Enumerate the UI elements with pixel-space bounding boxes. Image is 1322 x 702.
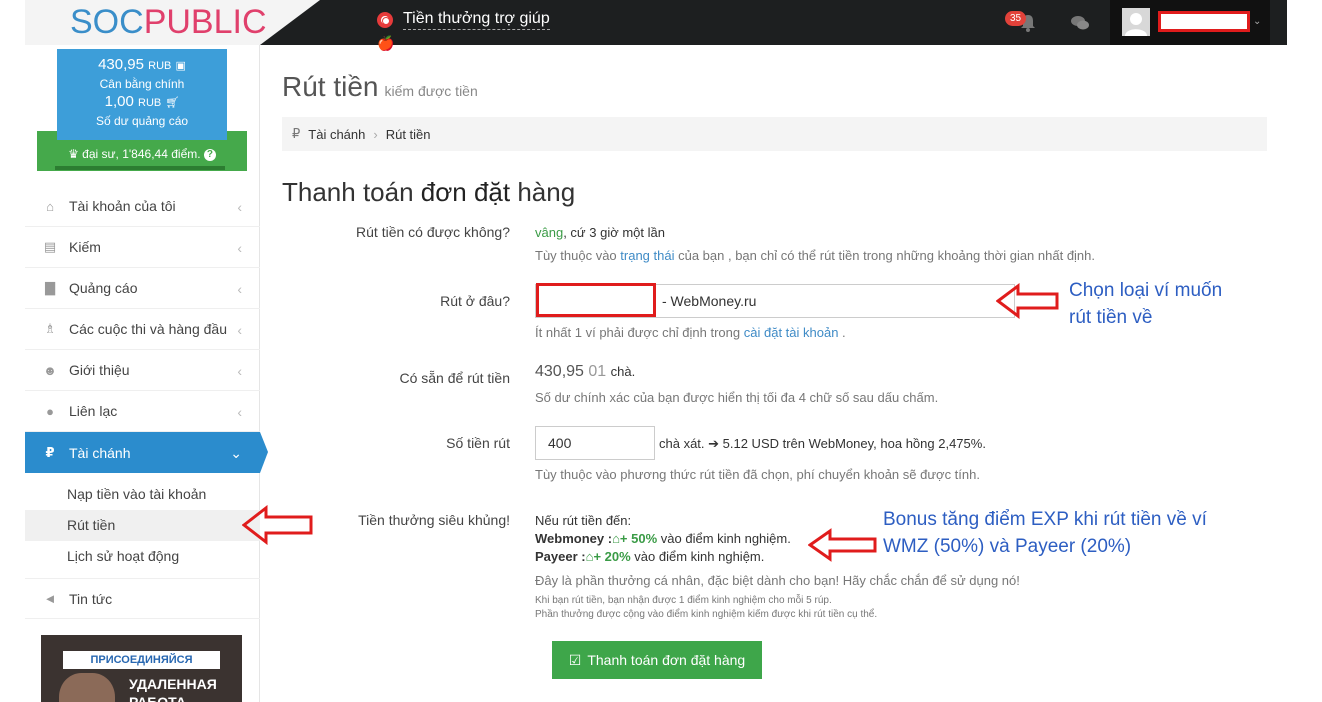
- notification-count-badge: 35: [1005, 11, 1027, 26]
- sidebar-subitem-history[interactable]: Lịch sử hoạt động: [25, 541, 260, 572]
- chevron-down-icon[interactable]: ⌄: [1253, 16, 1261, 27]
- bar-chart-icon: ▇: [45, 280, 55, 295]
- sidebar: ♛ đại sư, 1'846,44 điểm. ? 430,95 RUB ▣ …: [25, 45, 268, 702]
- briefcase-icon: ▤: [43, 239, 57, 254]
- promo-photo: [59, 673, 115, 702]
- sidebar-subitem-deposit[interactable]: Nạp tiền vào tài khoản: [25, 479, 260, 510]
- status-link[interactable]: trạng thái: [620, 248, 674, 263]
- amount-label: Số tiền rút: [446, 435, 510, 451]
- redacted-username: [1158, 11, 1250, 32]
- where-hint: Ít nhất 1 ví phải được chỉ định trong cà…: [535, 325, 846, 340]
- sidebar-item-news[interactable]: ◄ Tin tức: [25, 578, 260, 619]
- lifebuoy-icon: [377, 12, 393, 28]
- apple-icon[interactable]: 🍎: [377, 35, 394, 52]
- amount-calculation: chà xát. ➔ 5.12 USD trên WebMoney, hoa h…: [659, 436, 986, 451]
- account-settings-link[interactable]: cài đặt tài khoản: [744, 325, 839, 340]
- site-logo[interactable]: SOCPUBLIC: [70, 3, 267, 42]
- avatar: [1122, 8, 1150, 36]
- chevron-left-icon: ‹: [237, 363, 242, 379]
- redacted-wallet-id: [536, 283, 656, 317]
- wallet-name: - WebMoney.ru: [662, 293, 757, 309]
- ad-balance-currency: RUB: [138, 97, 162, 109]
- amount-hint: Tùy thuộc vào phương thức rút tiền đã ch…: [535, 467, 980, 482]
- cash-icon: ▣: [175, 60, 186, 72]
- megaphone-icon: ◄: [43, 591, 57, 606]
- annotation-arrow-wallet: [996, 283, 1059, 319]
- main-balance-value: 430,95: [98, 56, 144, 73]
- wallet-select[interactable]: - WebMoney.ru: [535, 283, 1015, 318]
- section-title: Thanh toán đơn đặt hàng: [282, 177, 576, 207]
- annotation-arrow-withdraw: [242, 505, 313, 545]
- chat-icon[interactable]: [1070, 15, 1090, 31]
- annotation-bonus-note: Bonus tăng điểm EXP khi rút tiền về ví W…: [883, 509, 1207, 557]
- help-icon[interactable]: ?: [203, 148, 216, 161]
- breadcrumb: ₽ Tài chánh › Rút tiền: [282, 117, 1267, 151]
- sidebar-item-ads[interactable]: ▇ Quảng cáo ‹: [25, 268, 260, 309]
- comments-icon: ●: [46, 403, 54, 419]
- chevron-left-icon: ‹: [237, 240, 242, 256]
- rank-progress-bar: [55, 166, 225, 170]
- home-icon: ⌂: [46, 198, 54, 214]
- ruble-icon: ₽: [292, 126, 301, 141]
- chevron-left-icon: ‹: [237, 281, 242, 297]
- gift-icon: ⌂: [612, 531, 620, 546]
- breadcrumb-finance[interactable]: Tài chánh: [308, 127, 365, 142]
- top-header: SOCPUBLIC Tiền thưởng trợ giúp 🍎 35 ⌄: [25, 0, 1287, 51]
- sidebar-item-contests[interactable]: ♗ Các cuộc thi và hàng đầu ‹: [25, 309, 260, 350]
- rank-text: đại sư, 1'846,44 điểm.: [82, 147, 201, 161]
- available-value: 430,95 01 chà.: [535, 363, 636, 380]
- can-withdraw-label: Rút tiền có được không?: [356, 224, 510, 240]
- bonus-fineprint-2: Phần thưởng được cộng vào điểm kinh nghi…: [535, 609, 878, 620]
- page-title: Rút tiền kiếm được tiền: [282, 71, 478, 102]
- finance-submenu: Nạp tiền vào tài khoản Rút tiền Lịch sử …: [25, 473, 260, 578]
- user-silhouette-icon: [1125, 13, 1147, 36]
- submit-order-button[interactable]: ☑ Thanh toán đơn đặt hàng: [552, 641, 762, 679]
- users-icon: ☻: [43, 362, 57, 378]
- amount-input[interactable]: 400: [535, 426, 655, 460]
- annotation-arrow-bonus: [808, 528, 877, 562]
- sidebar-item-contact[interactable]: ● Liên lạc ‹: [25, 391, 260, 432]
- chevron-down-icon: ⌄: [230, 445, 242, 461]
- sidebar-item-referrals[interactable]: ☻ Giới thiệu ‹: [25, 350, 260, 391]
- where-label: Rút ở đâu?: [440, 293, 510, 309]
- sidebar-item-earn[interactable]: ▤ Kiếm ‹: [25, 227, 260, 268]
- bonus-note: Đây là phần thưởng cá nhân, đặc biệt dàn…: [535, 573, 1020, 588]
- promo-line-1: УДАЛЕННАЯ: [129, 676, 217, 692]
- sidebar-item-my-account[interactable]: ⌂ Tài khoản của tôi ‹: [25, 186, 260, 227]
- balance-box: 430,95 RUB ▣ Cân bằng chính 1,00 RUB 🛒︎ …: [57, 49, 227, 140]
- breadcrumb-withdraw[interactable]: Rút tiền: [386, 127, 431, 142]
- help-bonus-link[interactable]: Tiền thưởng trợ giúp: [377, 10, 550, 30]
- available-hint: Số dư chính xác của bạn được hiển thị tố…: [535, 390, 939, 405]
- chevron-left-icon: ‹: [237, 199, 242, 215]
- sidebar-subitem-withdraw[interactable]: Rút tiền: [25, 510, 260, 541]
- can-withdraw-hint: Tùy thuộc vào trạng thái của bạn , bạn c…: [535, 248, 1096, 263]
- available-label: Có sẵn để rút tiền: [399, 370, 510, 386]
- cart-icon: 🛒︎: [165, 97, 180, 109]
- ruble-icon: ₽: [45, 444, 55, 460]
- bonus-label: Tiền thưởng siêu khủng!: [358, 512, 510, 528]
- promo-headline: ПРИСОЕДИНЯЙСЯ: [63, 651, 220, 669]
- ad-balance-label: Số dư quảng cáo: [95, 114, 189, 128]
- ad-balance-value: 1,00: [104, 93, 134, 110]
- annotation-wallet-note: Chọn loại ví muốn rút tiền về: [1069, 280, 1223, 328]
- page-subtitle: kiếm được tiền: [384, 83, 478, 99]
- help-bonus-text: Tiền thưởng trợ giúp: [403, 10, 550, 30]
- sidebar-item-finance[interactable]: ₽ Tài chánh ⌄: [25, 432, 268, 473]
- main-balance-label: Cân bằng chính: [99, 77, 185, 91]
- main-balance-currency: RUB: [148, 60, 172, 72]
- chevron-left-icon: ‹: [237, 322, 242, 338]
- chevron-right-icon: ›: [373, 126, 378, 142]
- chevron-left-icon: ‹: [237, 404, 242, 420]
- promo-banner[interactable]: ПРИСОЕДИНЯЙСЯ УДАЛЕННАЯ РАБОТА: [41, 635, 242, 702]
- bonus-fineprint-1: Khi bạn rút tiền, bạn nhận được 1 điểm k…: [535, 595, 832, 606]
- user-menu[interactable]: ⌄: [1110, 0, 1270, 45]
- trophy-icon: ♗: [44, 321, 56, 336]
- crown-icon: ♛: [68, 147, 79, 161]
- check-square-icon: ☑: [568, 651, 582, 668]
- can-withdraw-value: vâng, cứ 3 giờ một lần: [535, 225, 665, 240]
- sidebar-nav: ⌂ Tài khoản của tôi ‹ ▤ Kiếm ‹ ▇ Quảng c…: [25, 186, 268, 619]
- promo-line-2: РАБОТА: [129, 694, 186, 702]
